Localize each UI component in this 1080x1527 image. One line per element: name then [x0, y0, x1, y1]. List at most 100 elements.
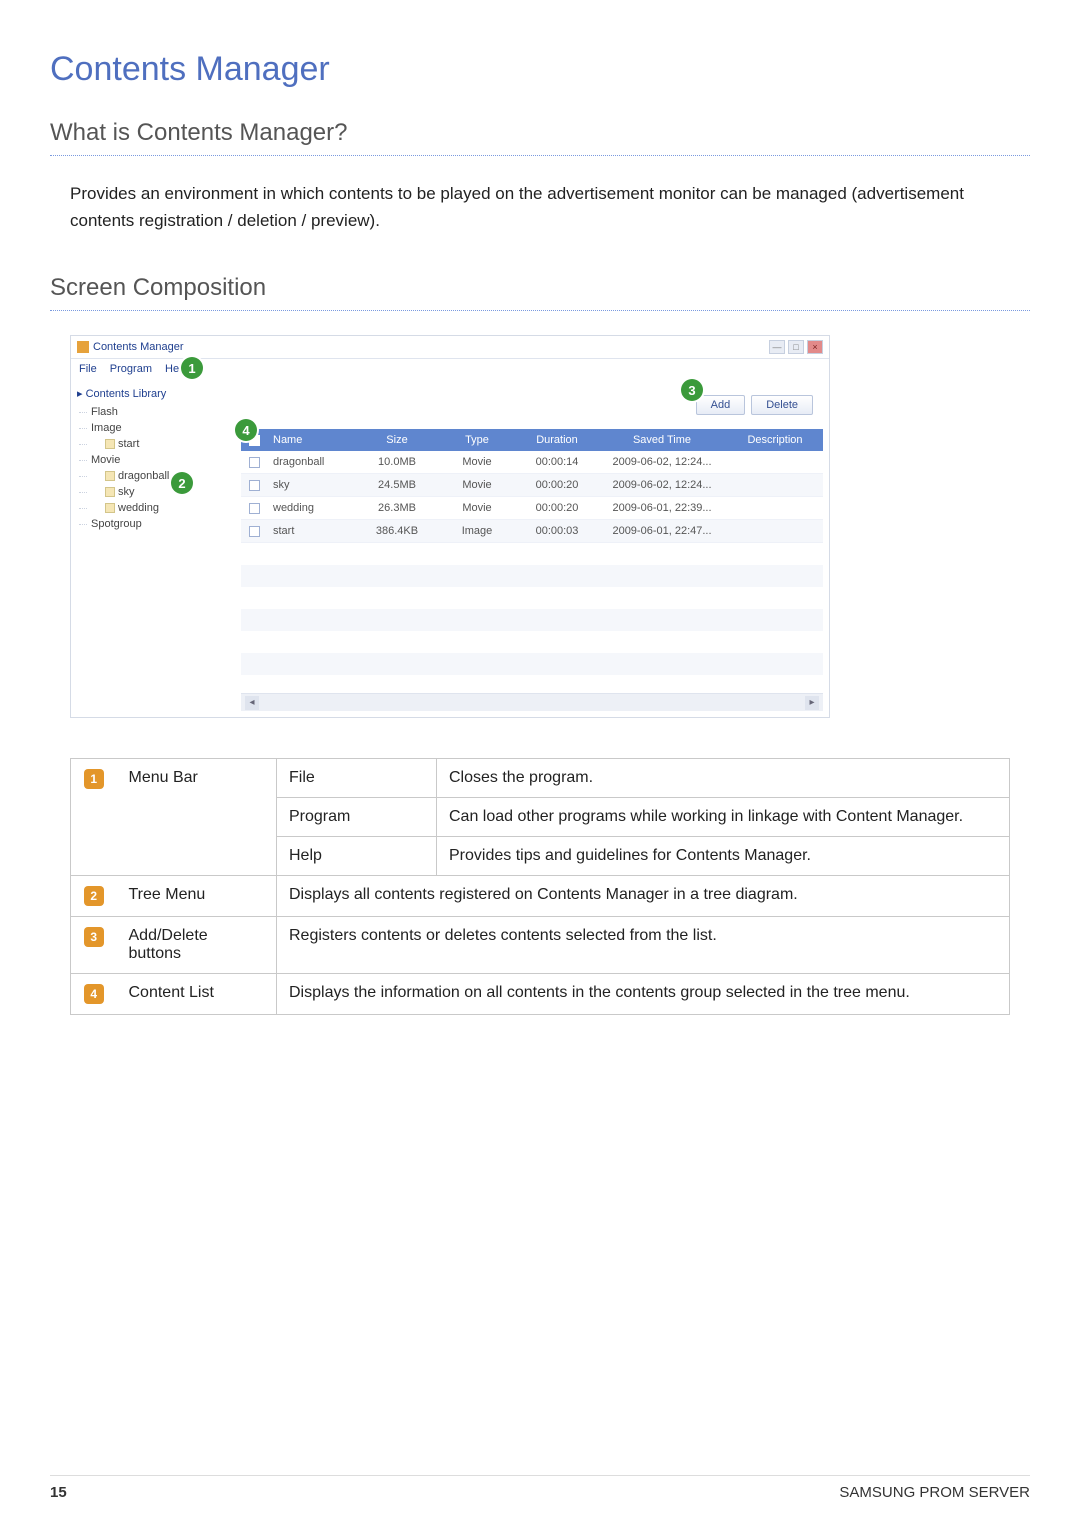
content-list-panel: 3 Add Delete 4 Name Size Type Duration S…	[241, 379, 829, 717]
cell-name: dragonball	[267, 451, 357, 473]
legend-num-4: 4	[71, 974, 117, 1015]
tree-item-label: wedding	[118, 502, 159, 514]
close-button[interactable]: ×	[807, 340, 823, 354]
scroll-right-icon[interactable]: ▸	[805, 696, 819, 710]
row-checkbox[interactable]	[249, 457, 260, 468]
legend-sub-file: File	[277, 759, 437, 798]
file-icon	[105, 471, 115, 481]
legend-label-content-list: Content List	[117, 974, 277, 1015]
col-saved-time[interactable]: Saved Time	[597, 429, 727, 451]
tree-menu[interactable]: ▸ Contents Library Flash Image start Mov…	[71, 379, 241, 717]
legend-sub-program: Program	[277, 798, 437, 837]
add-button[interactable]: Add	[696, 395, 746, 415]
app-screenshot: Contents Manager — □ × File Program Help…	[70, 335, 830, 718]
cell-desc	[727, 451, 823, 473]
legend-desc-add-delete: Registers contents or deletes contents s…	[277, 917, 1010, 974]
maximize-button[interactable]: □	[788, 340, 804, 354]
tree-item-label: dragonball	[118, 470, 169, 482]
cell-type: Movie	[437, 451, 517, 473]
legend-sub-help: Help	[277, 837, 437, 876]
num-badge: 1	[84, 769, 104, 789]
cell-name: sky	[267, 474, 357, 496]
tree-item-label: sky	[118, 486, 135, 498]
content-list-empty-area	[241, 543, 823, 693]
num-badge: 4	[84, 984, 104, 1004]
legend-desc-help: Provides tips and guidelines for Content…	[437, 837, 1010, 876]
tree-item-dragonball[interactable]: dragonball	[77, 468, 235, 484]
file-icon	[105, 487, 115, 497]
callout-1: 1	[181, 357, 203, 379]
scroll-left-icon[interactable]: ◂	[245, 696, 259, 710]
cell-name: start	[267, 520, 357, 542]
tree-item-image[interactable]: Image	[77, 420, 235, 436]
cell-duration: 00:00:14	[517, 451, 597, 473]
col-size[interactable]: Size	[357, 429, 437, 451]
tree-item-sky[interactable]: sky	[77, 484, 235, 500]
section-heading-screen-comp: Screen Composition	[50, 274, 1030, 302]
col-type[interactable]: Type	[437, 429, 517, 451]
num-badge: 2	[84, 886, 104, 906]
page-title: Contents Manager	[50, 50, 1030, 89]
tree-item-wedding[interactable]: wedding	[77, 500, 235, 516]
menu-file[interactable]: File	[79, 363, 97, 375]
cell-duration: 00:00:03	[517, 520, 597, 542]
col-name[interactable]: Name	[267, 429, 357, 451]
row-checkbox[interactable]	[249, 503, 260, 514]
legend-desc-file: Closes the program.	[437, 759, 1010, 798]
footer-brand: SAMSUNG PROM SERVER	[839, 1484, 1030, 1501]
cell-duration: 00:00:20	[517, 474, 597, 496]
cell-type: Movie	[437, 497, 517, 519]
legend-desc-tree: Displays all contents registered on Cont…	[277, 876, 1010, 917]
cell-desc	[727, 497, 823, 519]
tree-root-label: Contents Library	[86, 388, 167, 400]
cell-saved: 2009-06-01, 22:39...	[597, 497, 727, 519]
cell-size: 26.3MB	[357, 497, 437, 519]
page-footer: 15 SAMSUNG PROM SERVER	[50, 1475, 1030, 1501]
cell-type: Movie	[437, 474, 517, 496]
tree-item-label: start	[118, 438, 139, 450]
legend-label-menubar: Menu Bar	[117, 759, 277, 876]
row-checkbox[interactable]	[249, 480, 260, 491]
content-list-header: Name Size Type Duration Saved Time Descr…	[241, 429, 823, 451]
tree-root[interactable]: ▸ Contents Library	[77, 387, 235, 400]
table-row[interactable]: wedding 26.3MB Movie 00:00:20 2009-06-01…	[241, 497, 823, 520]
legend-num-1: 1	[71, 759, 117, 876]
legend-desc-content-list: Displays the information on all contents…	[277, 974, 1010, 1015]
horizontal-scrollbar[interactable]: ◂ ▸	[241, 693, 823, 711]
section-heading-what-is: What is Contents Manager?	[50, 119, 1030, 147]
cell-saved: 2009-06-02, 12:24...	[597, 474, 727, 496]
row-checkbox[interactable]	[249, 526, 260, 537]
legend-label-add-delete: Add/Delete buttons	[117, 917, 277, 974]
menu-program[interactable]: Program	[110, 363, 152, 375]
legend-num-2: 2	[71, 876, 117, 917]
legend-table: 1 Menu Bar File Closes the program. Prog…	[70, 758, 1010, 1015]
legend-desc-program: Can load other programs while working in…	[437, 798, 1010, 837]
tree-item-flash[interactable]: Flash	[77, 404, 235, 420]
tree-item-movie[interactable]: Movie	[77, 452, 235, 468]
window-titlebar: Contents Manager — □ ×	[71, 336, 829, 359]
minimize-button[interactable]: —	[769, 340, 785, 354]
divider	[50, 310, 1030, 311]
cell-saved: 2009-06-01, 22:47...	[597, 520, 727, 542]
section1-body: Provides an environment in which content…	[70, 180, 1030, 234]
col-description[interactable]: Description	[727, 429, 823, 451]
content-list-body: dragonball 10.0MB Movie 00:00:14 2009-06…	[241, 451, 823, 693]
tree-item-start[interactable]: start	[77, 436, 235, 452]
page-number: 15	[50, 1484, 67, 1501]
cell-name: wedding	[267, 497, 357, 519]
table-row[interactable]: dragonball 10.0MB Movie 00:00:14 2009-06…	[241, 451, 823, 474]
tree-item-spotgroup[interactable]: Spotgroup	[77, 516, 235, 532]
table-row[interactable]: start 386.4KB Image 00:00:03 2009-06-01,…	[241, 520, 823, 543]
cell-size: 10.0MB	[357, 451, 437, 473]
cell-desc	[727, 474, 823, 496]
table-row[interactable]: sky 24.5MB Movie 00:00:20 2009-06-02, 12…	[241, 474, 823, 497]
legend-num-3: 3	[71, 917, 117, 974]
cell-duration: 00:00:20	[517, 497, 597, 519]
window-title: Contents Manager	[93, 341, 184, 353]
delete-button[interactable]: Delete	[751, 395, 813, 415]
num-badge: 3	[84, 927, 104, 947]
col-duration[interactable]: Duration	[517, 429, 597, 451]
file-icon	[105, 439, 115, 449]
cell-type: Image	[437, 520, 517, 542]
file-icon	[105, 503, 115, 513]
